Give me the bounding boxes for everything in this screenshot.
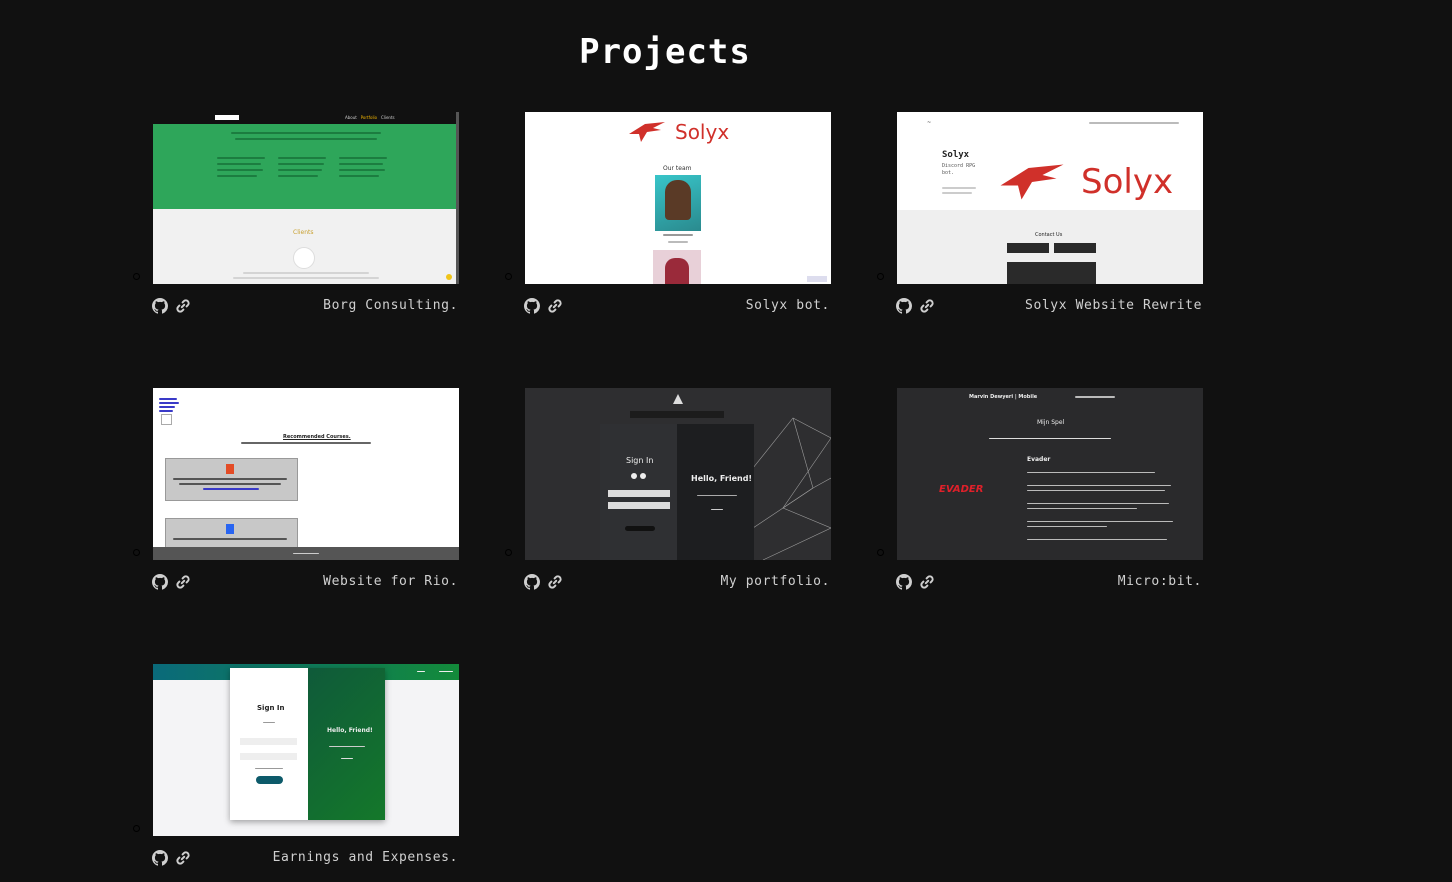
project-title: Solyx bot. xyxy=(745,298,830,313)
project-meta: Solyx bot. xyxy=(524,298,831,316)
project-meta: Website for Rio. xyxy=(152,574,459,592)
project-thumbnail[interactable]: Sign In Hello, Friend! xyxy=(525,388,831,560)
thumb-form-title: Contact Us xyxy=(1035,232,1063,238)
project-thumbnail[interactable]: About Portfolio Clients Clients xyxy=(153,112,459,284)
project-title: Solyx Website Rewrite xyxy=(1025,298,1202,313)
link-icon[interactable] xyxy=(175,298,191,314)
thumb-section-title: Clients xyxy=(293,229,314,236)
thumb-hello: Hello, Friend! xyxy=(691,474,753,483)
thumb-nav-clients: Clients xyxy=(380,115,395,120)
thumb-nav-portfolio: Portfolio xyxy=(360,115,378,120)
project-card-earnings-and-expenses: Sign In Hello, Friend! Earnings and Expe… xyxy=(134,664,459,874)
project-thumbnail[interactable]: Recommended Courses. xyxy=(153,388,459,560)
project-thumbnail[interactable]: ~ Solyx Discord RPG bot. Solyx Contact U… xyxy=(897,112,1203,284)
project-card-solyx-website-rewrite: ~ Solyx Discord RPG bot. Solyx Contact U… xyxy=(878,112,1203,322)
thumb-brand: Solyx xyxy=(1081,162,1174,202)
github-icon[interactable] xyxy=(152,574,168,590)
project-card-my-portfolio: Sign In Hello, Friend! My portfolio. xyxy=(506,388,831,598)
thumb-hello: Hello, Friend! xyxy=(327,727,373,734)
project-meta: Earnings and Expenses. xyxy=(152,850,459,868)
project-title: My portfolio. xyxy=(720,574,830,589)
list-bullet xyxy=(878,274,883,279)
thumb-heading: Our team xyxy=(663,165,692,172)
thumb-heading: Recommended Courses. xyxy=(283,434,351,440)
project-title: Website for Rio. xyxy=(323,574,458,589)
project-card-micro-bit: Marvin Dewyeri | Mobile Mijn Spel EVADER… xyxy=(878,388,1203,598)
github-icon[interactable] xyxy=(152,298,168,314)
github-icon[interactable] xyxy=(152,850,168,866)
thumb-sign-in: Sign In xyxy=(626,456,654,465)
thumb-brand: Solyx xyxy=(675,120,730,144)
project-meta: Solyx Website Rewrite xyxy=(896,298,1203,316)
project-meta: My portfolio. xyxy=(524,574,831,592)
github-icon[interactable] xyxy=(524,574,540,590)
thumb-logo: EVADER xyxy=(939,484,984,495)
project-thumbnail[interactable]: Marvin Dewyeri | Mobile Mijn Spel EVADER… xyxy=(897,388,1203,560)
project-meta: Micro:bit. xyxy=(896,574,1203,592)
list-bullet xyxy=(506,550,511,555)
thumb-name: Solyx xyxy=(942,150,970,160)
list-bullet xyxy=(134,274,139,279)
github-icon[interactable] xyxy=(896,298,912,314)
project-meta: Borg Consulting. xyxy=(152,298,459,316)
thumb-header: Marvin Dewyeri | Mobile xyxy=(969,394,1038,400)
dragon-logo-icon xyxy=(1000,164,1064,200)
list-bullet xyxy=(134,550,139,555)
link-icon[interactable] xyxy=(175,574,191,590)
thumb-tagline: Discord RPG bot. xyxy=(942,163,976,176)
link-icon[interactable] xyxy=(919,574,935,590)
link-icon[interactable] xyxy=(547,298,563,314)
project-title: Micro:bit. xyxy=(1117,574,1202,589)
project-card-solyx-bot: Solyx Our team Solyx bot. xyxy=(506,112,831,322)
page-title: Projects xyxy=(579,32,751,72)
github-icon[interactable] xyxy=(896,574,912,590)
list-bullet xyxy=(878,550,883,555)
thumb-sign-in: Sign In xyxy=(257,704,285,712)
thumb-nav-about: About xyxy=(345,115,357,120)
list-bullet xyxy=(506,274,511,279)
link-icon[interactable] xyxy=(919,298,935,314)
link-icon[interactable] xyxy=(547,574,563,590)
thumb-game: Evader xyxy=(1027,456,1051,463)
list-bullet xyxy=(134,826,139,831)
project-card-website-for-rio: Recommended Courses. Website for Rio. xyxy=(134,388,459,598)
link-icon[interactable] xyxy=(175,850,191,866)
dragon-logo-icon xyxy=(629,122,665,142)
github-icon[interactable] xyxy=(524,298,540,314)
thumb-section: Mijn Spel xyxy=(1037,419,1065,426)
project-title: Borg Consulting. xyxy=(323,298,458,313)
project-thumbnail[interactable]: Solyx Our team xyxy=(525,112,831,284)
project-title: Earnings and Expenses. xyxy=(272,850,458,865)
project-card-borg-consulting: About Portfolio Clients Clients Borg Con… xyxy=(134,112,459,322)
project-thumbnail[interactable]: Sign In Hello, Friend! xyxy=(153,664,459,836)
